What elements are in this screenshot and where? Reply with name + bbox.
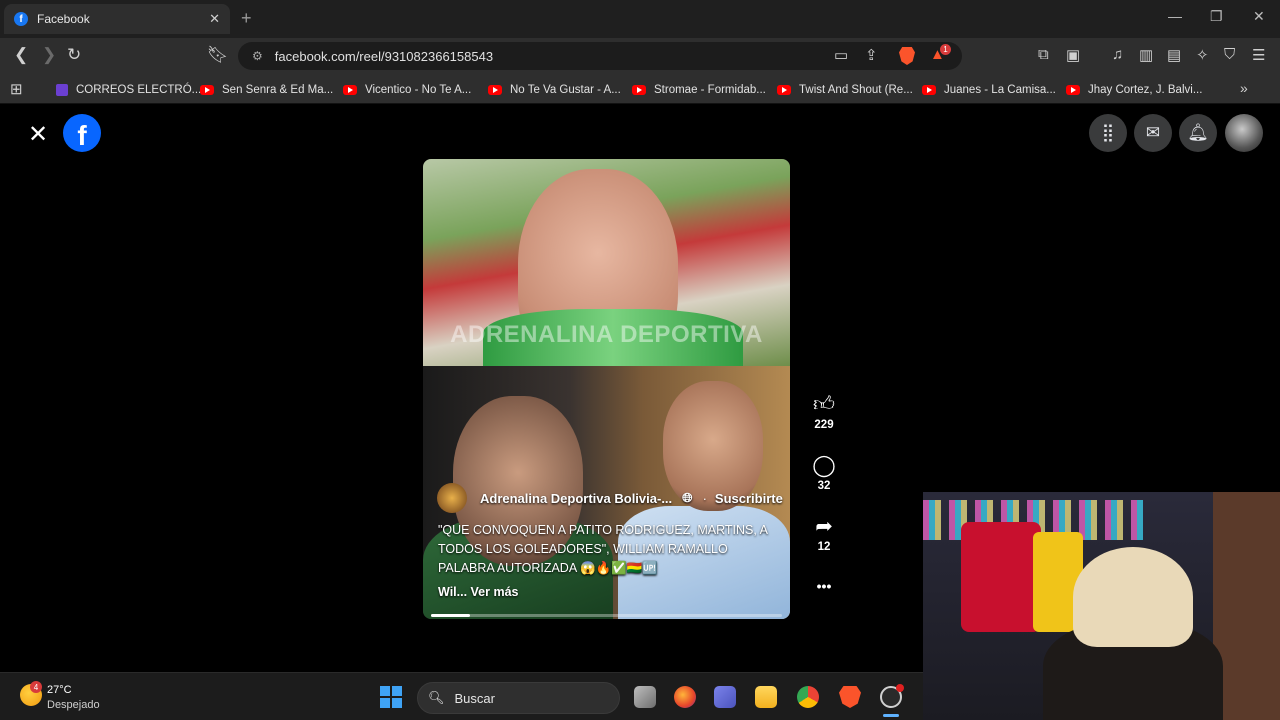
comment-bubble-icon: ◯	[812, 454, 836, 477]
reel-video[interactable]: ADRENALINA DEPORTIVA Adrenalina Deportiv…	[423, 159, 790, 619]
search-icon: 🔍︎	[428, 690, 445, 705]
forward-icon[interactable]: ❯	[42, 45, 56, 65]
weather-badge: 4	[30, 681, 42, 693]
vpn-icon[interactable]: ⛉	[1224, 46, 1235, 63]
window-close-icon[interactable]: ✕	[1253, 8, 1265, 25]
youtube-icon	[1066, 85, 1080, 95]
see-more-link[interactable]: Wil... Ver más	[438, 585, 518, 599]
weather-description[interactable]: Despejado	[47, 699, 100, 711]
extensions-icon[interactable]: ⧉	[1038, 46, 1049, 63]
wall-image	[1213, 492, 1280, 720]
search-placeholder: Buscar	[454, 690, 495, 706]
youtube-icon	[922, 85, 936, 95]
globe-icon: 🌐︎	[682, 490, 693, 505]
more-options-button[interactable]: •••	[806, 578, 842, 594]
firefox-icon[interactable]	[674, 686, 696, 708]
thumbs-up-icon: 👍︎	[813, 393, 835, 416]
video-progress-fill	[431, 614, 470, 617]
tab-close-icon[interactable]: ✕	[209, 11, 220, 27]
weather-temperature[interactable]: 27°C	[47, 684, 72, 696]
purple-doc-icon	[56, 84, 68, 96]
facebook-favicon-icon: f	[14, 12, 28, 26]
reload-icon[interactable]: ↻	[67, 45, 81, 65]
profile-avatar[interactable]	[1225, 114, 1263, 152]
menu-grid-icon[interactable]: ⣿	[1089, 114, 1127, 152]
back-icon[interactable]: ❮	[14, 45, 28, 65]
bookmark-label: CORREOS ELECTRÓ...	[76, 84, 202, 96]
bookmark-item[interactable]: Juanes - La Camisa...	[922, 82, 1056, 98]
address-bar[interactable]: ⚙ facebook.com/reel/931082366158543	[238, 42, 962, 70]
leo-ai-icon[interactable]: ✧	[1196, 46, 1209, 64]
close-viewer-icon[interactable]: ✕	[28, 120, 48, 149]
bookmark-item[interactable]: Sen Senra & Ed Ma...	[200, 82, 333, 98]
channel-avatar[interactable]	[437, 483, 467, 513]
share-button[interactable]: ➦ 12	[806, 515, 842, 553]
share-icon[interactable]: ⇪	[865, 46, 878, 64]
notifications-bell-icon[interactable]: 🔔︎	[1179, 114, 1217, 152]
bookmark-label: No Te Va Gustar - A...	[510, 84, 621, 96]
file-explorer-icon[interactable]	[755, 686, 777, 708]
new-tab-icon[interactable]: +	[241, 8, 252, 29]
wallet-icon[interactable]: ▤	[1167, 46, 1181, 64]
notification-badge: 1	[940, 44, 951, 55]
menu-icon[interactable]: ☰	[1252, 46, 1265, 64]
bookmark-icon[interactable]: 🔖︎	[207, 45, 229, 65]
teams-icon[interactable]	[714, 686, 736, 708]
facebook-logo-icon[interactable]: f	[63, 114, 101, 152]
cast-icon[interactable]: ▭	[834, 46, 848, 64]
recording-dot	[896, 684, 904, 692]
share-count: 12	[817, 541, 831, 553]
bookmark-label: Vicentico - No Te A...	[365, 84, 472, 96]
channel-name[interactable]: Adrenalina Deportiva Bolivia-...	[480, 491, 672, 506]
url-text: facebook.com/reel/931082366158543	[274, 48, 494, 64]
bookmark-item[interactable]: CORREOS ELECTRÓ...	[56, 82, 201, 98]
separator: ·	[702, 490, 707, 506]
screenshot-icon[interactable]: ▣	[1066, 46, 1080, 64]
red-jersey-image	[961, 522, 1041, 632]
channel-info: Adrenalina Deportiva Bolivia-... 🌐︎ · Su…	[437, 483, 783, 513]
bookmark-label: Stromae - Formidab...	[654, 84, 766, 96]
active-app-indicator	[883, 714, 899, 717]
bookmark-label: Sen Senra & Ed Ma...	[222, 84, 334, 96]
bookmark-item[interactable]: No Te Va Gustar - A...	[488, 82, 621, 98]
bookmark-item[interactable]: Jhay Cortez, J. Balvi...	[1066, 82, 1202, 98]
bookmark-label: Juanes - La Camisa...	[944, 84, 1056, 96]
tab-title: Facebook	[37, 12, 90, 26]
site-settings-icon[interactable]: ⚙	[252, 49, 263, 63]
bookmark-label: Twist And Shout (Re...	[799, 84, 913, 96]
messenger-icon[interactable]: ✉	[1134, 114, 1172, 152]
bookmark-item[interactable]: Stromae - Formidab...	[632, 82, 766, 98]
bookmark-item[interactable]: Vicentico - No Te A...	[343, 82, 471, 98]
video-progress-bar[interactable]	[431, 614, 782, 617]
more-bookmarks-icon[interactable]: »	[1240, 80, 1248, 96]
bookmark-label: Jhay Cortez, J. Balvi...	[1088, 84, 1203, 96]
windows-start-icon[interactable]	[380, 686, 402, 708]
comment-count: 32	[817, 480, 831, 492]
apps-grid-icon[interactable]: ⊞	[10, 80, 23, 98]
youtube-icon	[488, 85, 502, 95]
like-count: 229	[814, 419, 834, 431]
share-arrow-icon: ➦	[815, 515, 833, 538]
youtube-icon	[200, 85, 214, 95]
youtube-icon	[777, 85, 791, 95]
video-watermark: ADRENALINA DEPORTIVA	[450, 321, 763, 348]
youtube-icon	[343, 85, 357, 95]
comment-button[interactable]: ◯ 32	[806, 454, 842, 492]
youtube-icon	[632, 85, 646, 95]
task-view-icon[interactable]	[634, 686, 656, 708]
minimize-icon[interactable]: —	[1168, 8, 1182, 24]
taskbar-search[interactable]: 🔍︎ Buscar	[417, 682, 620, 714]
reel-caption: "QUE CONVOQUEN A PATITO RODRIGUEZ, MARTI…	[438, 523, 768, 575]
like-button[interactable]: 👍︎ 229	[806, 393, 842, 431]
browser-tab-facebook[interactable]: f Facebook ✕	[4, 4, 230, 34]
restore-icon[interactable]: ❐	[1210, 8, 1223, 25]
media-icon[interactable]: ♫	[1112, 46, 1123, 63]
chrome-icon[interactable]	[797, 686, 819, 708]
bookmark-item[interactable]: Twist And Shout (Re...	[777, 82, 913, 98]
webcam-overlay	[923, 492, 1280, 720]
sidebar-icon[interactable]: ▥	[1139, 46, 1153, 64]
cap-image	[1073, 547, 1193, 647]
subscribe-button[interactable]: Suscribirte	[715, 491, 783, 506]
